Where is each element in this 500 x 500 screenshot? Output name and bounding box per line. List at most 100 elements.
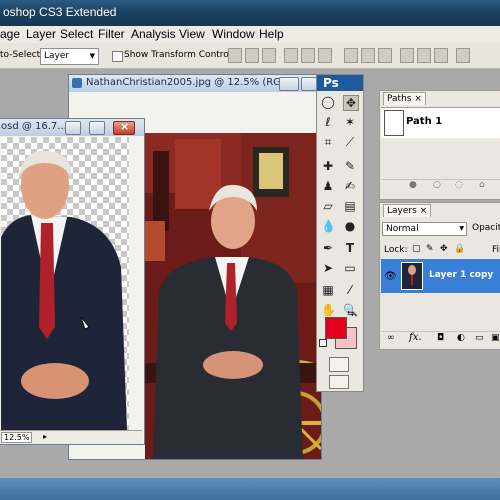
menu-item-help[interactable]: Help — [259, 27, 284, 41]
fill-path-icon[interactable]: ● — [409, 180, 417, 190]
close-button[interactable]: × — [113, 120, 135, 135]
document-window-psd[interactable]: osd @ 16.7... × 12.5% ▸ — [0, 118, 145, 445]
layer-row-selected[interactable]: 👁 Layer 1 copy — [381, 259, 500, 293]
menu-item-filter[interactable]: Filter — [98, 27, 125, 41]
history-brush-icon[interactable]: ✍ — [343, 179, 357, 193]
tools-panel: Ps ◯ ✥ ℓ ✶ ⌗ ⟋ ✚ ✎ ♟ ✍ ▱ ▤ 💧 ● ✒ T ➤ ▭ ▦… — [316, 74, 364, 392]
align-hcenter-icon[interactable] — [301, 48, 315, 63]
menu-item-analysis[interactable]: Analysis — [131, 27, 176, 41]
swap-colors-icon[interactable]: ⇆ — [347, 309, 354, 318]
menu-item-window[interactable]: Window — [212, 27, 255, 41]
document-title: NathanChristian2005.jpg @ 12.5% (RGB... — [86, 77, 298, 88]
align-vcenter-icon[interactable] — [245, 48, 259, 63]
ps-document-icon — [72, 78, 82, 88]
menu-item-view[interactable]: View — [179, 27, 205, 41]
auto-select-label: to-Select: — [0, 50, 44, 60]
eyedropper-icon[interactable]: ⁄ — [343, 283, 357, 297]
default-colors-icon[interactable] — [319, 339, 327, 347]
foreground-color-swatch[interactable] — [325, 317, 347, 339]
document-title-bar-front: osd @ 16.7... × — [0, 119, 144, 136]
pen-tool-icon[interactable]: ✒ — [321, 241, 335, 255]
distribute-right-icon[interactable] — [434, 48, 448, 63]
document-status-bar: 12.5% ▸ — [0, 430, 142, 444]
maximize-button[interactable] — [301, 77, 317, 91]
ps-logo: Ps — [317, 75, 363, 91]
eraser-tool-icon[interactable]: ▱ — [321, 199, 335, 213]
options-bar: to-Select: Layer ▼ Show Transform Contro… — [0, 43, 500, 69]
align-left-icon[interactable] — [284, 48, 298, 63]
fill-label: Fil — [492, 245, 500, 255]
menu-item-select[interactable]: Select — [60, 27, 93, 41]
distribute-top-icon[interactable] — [344, 48, 358, 63]
stroke-path-icon[interactable]: ○ — [433, 180, 441, 190]
link-layers-icon[interactable]: ∞ — [387, 333, 395, 343]
layer-name: Layer 1 copy — [429, 270, 494, 280]
screen-mode-button[interactable] — [329, 375, 349, 389]
chevron-down-icon: ▼ — [459, 225, 464, 232]
show-transform-checkbox[interactable] — [112, 51, 123, 62]
minimize-button[interactable] — [65, 121, 81, 135]
zoom-level[interactable]: 12.5% — [1, 432, 33, 443]
close-icon: × — [120, 120, 130, 133]
lock-all-icon[interactable]: 🔒 — [454, 244, 465, 254]
new-layer-icon[interactable]: ▣ — [491, 333, 500, 343]
group-icon[interactable]: ▭ — [475, 333, 484, 343]
align-top-icon[interactable] — [228, 48, 242, 63]
hand-tool-icon[interactable]: ✋ — [321, 303, 336, 317]
paths-tab[interactable]: Paths × — [383, 92, 426, 105]
align-right-icon[interactable] — [318, 48, 332, 63]
menu-item-image[interactable]: age — [0, 27, 20, 41]
blend-mode-dropdown[interactable]: Normal ▼ — [382, 222, 467, 236]
clone-stamp-icon[interactable]: ♟ — [321, 179, 335, 193]
close-icon: × — [414, 94, 422, 104]
eye-icon[interactable]: 👁 — [384, 271, 397, 282]
magic-wand-icon[interactable]: ✶ — [343, 115, 357, 129]
make-path-icon[interactable]: ⌂ — [479, 180, 485, 190]
align-bottom-icon[interactable] — [262, 48, 276, 63]
distribute-bottom-icon[interactable] — [378, 48, 392, 63]
dodge-tool-icon[interactable]: ● — [343, 219, 357, 233]
photo-canvas[interactable] — [145, 133, 321, 459]
transparent-canvas[interactable] — [1, 137, 129, 430]
blur-tool-icon[interactable]: 💧 — [321, 219, 336, 233]
layers-tab[interactable]: Layers × — [383, 204, 432, 217]
stagecoach-photo — [145, 133, 321, 459]
healing-brush-icon[interactable]: ✚ — [321, 159, 335, 173]
layer-style-icon[interactable]: fx. — [409, 332, 422, 343]
brush-tool-icon[interactable]: ✎ — [343, 159, 357, 173]
gradient-tool-icon[interactable]: ▤ — [343, 199, 357, 213]
menu-item-layer[interactable]: Layer — [26, 27, 56, 41]
layer-thumbnail — [401, 262, 423, 290]
path-row[interactable]: Path 1 — [381, 107, 500, 138]
layers-footer: ∞ fx. ◘ ◐ ▭ ▣ — [381, 331, 500, 348]
auto-align-icon[interactable] — [456, 48, 470, 63]
lasso-tool-icon[interactable]: ℓ — [321, 115, 335, 129]
path-selection-icon[interactable]: ➤ — [321, 261, 335, 275]
cutout-person — [1, 150, 127, 430]
maximize-button[interactable] — [89, 121, 105, 135]
notes-tool-icon[interactable]: ▦ — [321, 283, 335, 297]
minimize-button[interactable] — [279, 77, 299, 91]
quick-mask-button[interactable] — [329, 357, 349, 372]
adjustment-layer-icon[interactable]: ◐ — [457, 333, 465, 343]
distribute-vcenter-icon[interactable] — [361, 48, 375, 63]
path-thumbnail — [384, 110, 404, 136]
marquee-tool-icon[interactable]: ◯ — [321, 95, 335, 109]
app-title-bar: oshop CS3 Extended — [0, 0, 500, 26]
lock-image-icon[interactable]: ✎ — [426, 244, 434, 254]
app-title: oshop CS3 Extended — [3, 5, 117, 19]
shape-tool-icon[interactable]: ▭ — [343, 261, 357, 275]
slice-tool-icon[interactable]: ⟋ — [343, 135, 357, 149]
lock-transparent-icon[interactable]: ▢ — [412, 244, 421, 254]
load-selection-icon[interactable]: ◌ — [455, 180, 463, 190]
status-arrow-icon[interactable]: ▸ — [43, 432, 47, 441]
move-tool-icon[interactable]: ✥ — [343, 95, 359, 111]
auto-select-dropdown[interactable]: Layer ▼ — [40, 48, 99, 65]
layer-mask-icon[interactable]: ◘ — [437, 333, 444, 343]
distribute-hcenter-icon[interactable] — [417, 48, 431, 63]
distribute-left-icon[interactable] — [400, 48, 414, 63]
crop-tool-icon[interactable]: ⌗ — [321, 135, 335, 149]
type-tool-icon[interactable]: T — [343, 241, 357, 255]
auto-select-value: Layer — [44, 51, 70, 61]
lock-position-icon[interactable]: ✥ — [440, 244, 448, 254]
